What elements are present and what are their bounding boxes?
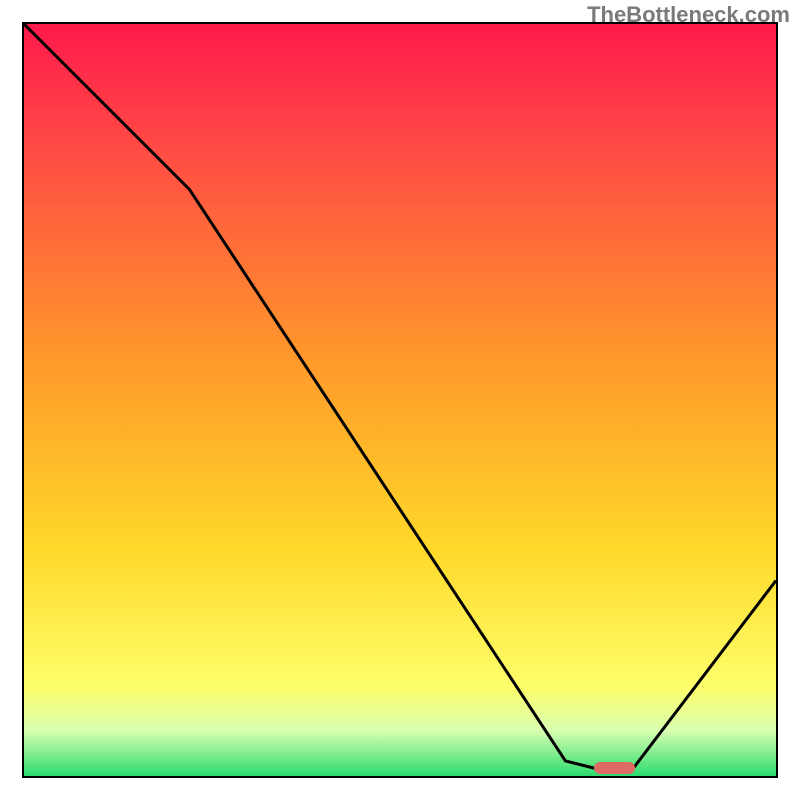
optimal-marker bbox=[594, 762, 636, 774]
watermark-text: TheBottleneck.com bbox=[587, 2, 790, 28]
bottleneck-curve bbox=[24, 24, 776, 776]
chart-frame bbox=[22, 22, 778, 778]
